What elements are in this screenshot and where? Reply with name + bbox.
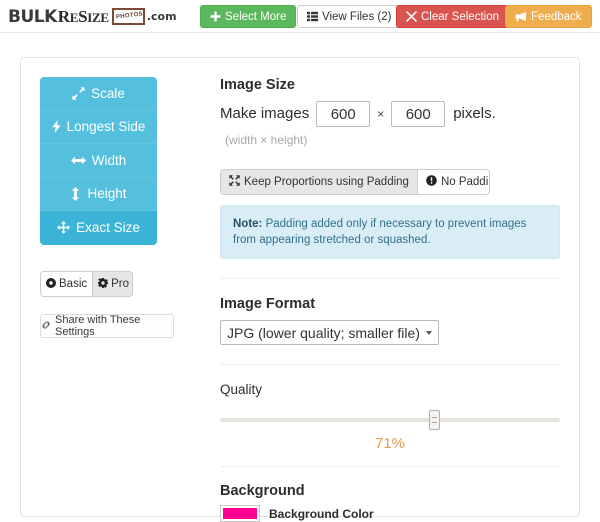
gear-icon xyxy=(98,278,108,291)
tier-basic-button[interactable]: Basic xyxy=(41,272,92,296)
sidebar-item-label: Width xyxy=(92,153,127,168)
feedback-label: Feedback xyxy=(531,11,582,23)
sidebar-item-label: Exact Size xyxy=(76,220,140,235)
multiply-symbol: × xyxy=(377,101,384,127)
clear-selection-button[interactable]: Clear Selection xyxy=(396,5,509,28)
app-header: BULK RESIZE PHOTOS .com Select More View… xyxy=(0,0,600,33)
sidebar-item-longest-side[interactable]: Longest Side xyxy=(40,111,157,145)
image-size-row: Make images × pixels. (width × height) xyxy=(220,101,560,153)
exclamation-circle-icon xyxy=(426,175,437,189)
image-format-selected-label: JPG (lower quality; smaller file) xyxy=(227,325,420,341)
settings-card: Scale Longest Side Width Height xyxy=(20,57,580,517)
quality-slider-handle[interactable] xyxy=(429,410,440,430)
padding-toggle-group: Keep Proportions using Padding No Paddin… xyxy=(220,169,490,195)
padding-note-label: Note: xyxy=(233,218,262,230)
logo-photos-badge: PHOTOS xyxy=(112,8,145,25)
select-more-label: Select More xyxy=(225,11,286,23)
list-icon xyxy=(307,11,318,22)
view-files-label: View Files (2) xyxy=(322,11,391,23)
bolt-icon xyxy=(52,120,61,133)
quality-slider[interactable] xyxy=(220,409,560,431)
keep-proportions-button[interactable]: Keep Proportions using Padding xyxy=(221,170,417,194)
background-color-fill xyxy=(223,508,257,519)
padding-note: Note: Padding added only if necessary to… xyxy=(220,205,560,259)
size-hint-label: (width × height) xyxy=(225,127,307,153)
sidebar-item-height[interactable]: Height xyxy=(40,178,157,212)
expand-arrows-icon xyxy=(72,87,85,100)
resize-mode-list: Scale Longest Side Width Height xyxy=(40,77,157,245)
logo-com-text: .com xyxy=(147,10,177,23)
quality-slider-track[interactable] xyxy=(220,418,560,422)
record-circle-icon xyxy=(46,278,56,291)
image-size-title: Image Size xyxy=(220,77,560,93)
width-input[interactable] xyxy=(316,101,370,127)
no-padding-label: No Padding xyxy=(441,176,490,188)
no-padding-button[interactable]: No Padding xyxy=(417,170,490,194)
close-icon xyxy=(406,11,417,22)
arrows-vertical-icon xyxy=(70,187,81,201)
height-input[interactable] xyxy=(391,101,445,127)
tier-toggle-group: Basic Pro xyxy=(40,271,133,297)
site-logo[interactable]: BULK RESIZE PHOTOS .com xyxy=(8,7,177,26)
divider-after-quality xyxy=(220,466,560,467)
chevron-down-icon xyxy=(426,331,432,335)
padding-note-text: Padding added only if necessary to preve… xyxy=(233,218,526,246)
divider-after-format xyxy=(220,364,560,365)
sidebar-item-width[interactable]: Width xyxy=(40,144,157,178)
move-icon xyxy=(57,221,70,234)
arrows-horizontal-icon xyxy=(71,155,86,166)
logo-photos-text: PHOTOS xyxy=(116,11,144,20)
image-format-select[interactable]: JPG (lower quality; smaller file) xyxy=(220,320,439,345)
sidebar-item-label: Scale xyxy=(91,86,125,101)
sidebar-item-exact-size[interactable]: Exact Size xyxy=(40,211,157,245)
sidebar-item-scale[interactable]: Scale xyxy=(40,77,157,111)
sidebar-item-label: Longest Side xyxy=(67,119,146,134)
make-images-label: Make images xyxy=(220,101,309,127)
tier-pro-button[interactable]: Pro xyxy=(92,272,133,296)
keep-proportions-label: Keep Proportions using Padding xyxy=(244,176,409,188)
share-settings-button[interactable]: Share with These Settings xyxy=(40,314,174,338)
settings-main-panel: Image Size Make images × pixels. (width … xyxy=(220,77,560,522)
logo-resize-text: RESIZE xyxy=(58,7,109,27)
clear-selection-label: Clear Selection xyxy=(421,11,499,23)
plus-icon xyxy=(210,11,221,22)
background-title: Background xyxy=(220,483,560,499)
select-more-button[interactable]: Select More xyxy=(200,5,296,28)
resize-mode-sidebar: Scale Longest Side Width Height xyxy=(40,77,157,245)
divider-after-padding xyxy=(220,278,560,279)
compress-arrows-icon xyxy=(229,175,240,189)
tier-basic-label: Basic xyxy=(59,278,87,290)
logo-bulk-text: BULK xyxy=(8,7,57,27)
link-icon xyxy=(41,320,51,333)
background-color-row: Background Color xyxy=(220,505,560,522)
sidebar-item-label: Height xyxy=(87,186,126,201)
pixels-label: pixels. xyxy=(453,101,496,127)
quality-value: 71% xyxy=(220,435,560,452)
share-settings-label: Share with These Settings xyxy=(55,314,173,338)
feedback-button[interactable]: Feedback xyxy=(505,5,592,28)
image-format-title: Image Format xyxy=(220,296,560,312)
megaphone-icon xyxy=(515,11,527,22)
tier-pro-label: Pro xyxy=(111,278,129,290)
background-color-label: Background Color xyxy=(269,507,374,521)
view-files-button[interactable]: View Files (2) xyxy=(297,5,401,28)
quality-title: Quality xyxy=(220,382,560,397)
background-color-swatch[interactable] xyxy=(220,505,260,522)
